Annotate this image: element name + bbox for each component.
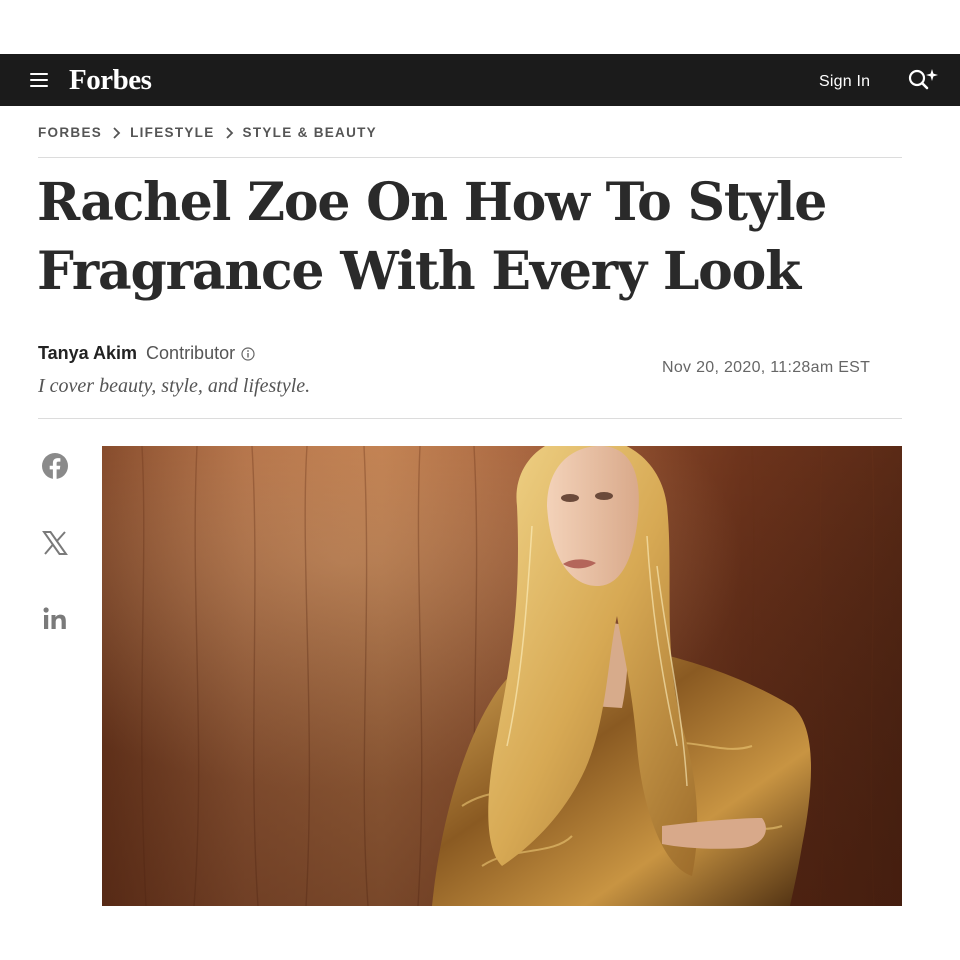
x-icon[interactable] (40, 529, 70, 562)
search-icon[interactable] (906, 66, 940, 94)
info-icon[interactable] (241, 346, 255, 361)
forbes-logo[interactable]: Forbes (69, 64, 152, 97)
article-hero-image (102, 446, 902, 906)
breadcrumb-lifestyle[interactable]: LIFESTYLE (130, 125, 214, 140)
breadcrumb: FORBES LIFESTYLE STYLE & BEAUTY (38, 125, 377, 140)
linkedin-icon[interactable] (40, 604, 70, 639)
article-headline: Rachel Zoe On How To Style Fragrance Wit… (37, 168, 917, 306)
breadcrumb-style-beauty[interactable]: STYLE & BEAUTY (243, 125, 377, 140)
facebook-icon[interactable] (40, 451, 70, 486)
publish-date: Nov 20, 2020, 11:28am EST (662, 359, 871, 376)
hamburger-menu-icon[interactable] (30, 73, 48, 87)
byline: Tanya Akim Contributor (38, 343, 255, 364)
divider (38, 418, 902, 419)
headline-line-2: Fragrance With Every Look (37, 241, 801, 302)
headline-line-1: Rachel Zoe On How To Style (37, 172, 827, 233)
author-name[interactable]: Tanya Akim (38, 343, 137, 364)
breadcrumb-forbes[interactable]: FORBES (38, 125, 102, 140)
chevron-right-icon (113, 126, 121, 139)
author-role: Contributor (146, 343, 236, 363)
chevron-right-icon (225, 126, 233, 139)
divider (38, 157, 902, 158)
top-navbar: Forbes Sign In (0, 54, 960, 106)
author-bio: I cover beauty, style, and lifestyle. (38, 375, 311, 397)
sign-in-link[interactable]: Sign In (819, 73, 870, 91)
